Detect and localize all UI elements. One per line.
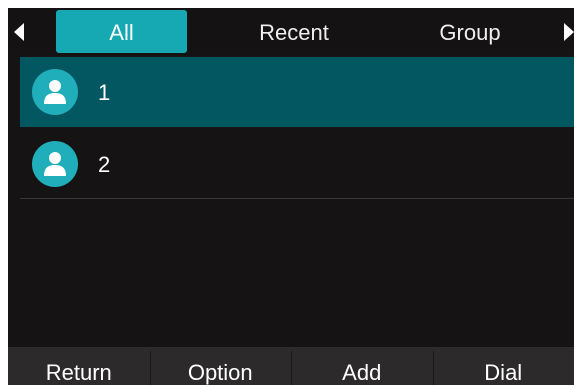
list-divider <box>20 198 574 199</box>
person-icon-glyph <box>44 152 66 176</box>
tab-all[interactable]: All <box>56 10 187 53</box>
add-button[interactable]: Add <box>291 347 433 385</box>
contact-name: 1 <box>98 80 111 105</box>
contact-name: 2 <box>98 152 111 177</box>
return-button[interactable]: Return <box>8 347 150 385</box>
tab-group[interactable]: Group <box>405 10 535 53</box>
triangle-right-icon[interactable] <box>564 23 574 41</box>
tab-recent[interactable]: Recent <box>229 10 359 53</box>
contact-item[interactable]: 2 <box>20 129 574 199</box>
contact-list: 1 2 <box>20 57 574 199</box>
dial-button[interactable]: Dial <box>432 347 574 385</box>
tab-bar: All Recent Group <box>8 8 574 55</box>
person-icon <box>32 141 78 187</box>
softkey-bar: Return Option Add Dial <box>8 347 574 385</box>
person-icon <box>32 69 78 115</box>
contact-item[interactable]: 1 <box>20 57 574 127</box>
phone-screen: All Recent Group 1 2 Return Option Add D… <box>8 8 574 385</box>
person-icon-glyph <box>44 80 66 104</box>
triangle-left-icon[interactable] <box>14 23 24 41</box>
option-button[interactable]: Option <box>149 347 292 385</box>
